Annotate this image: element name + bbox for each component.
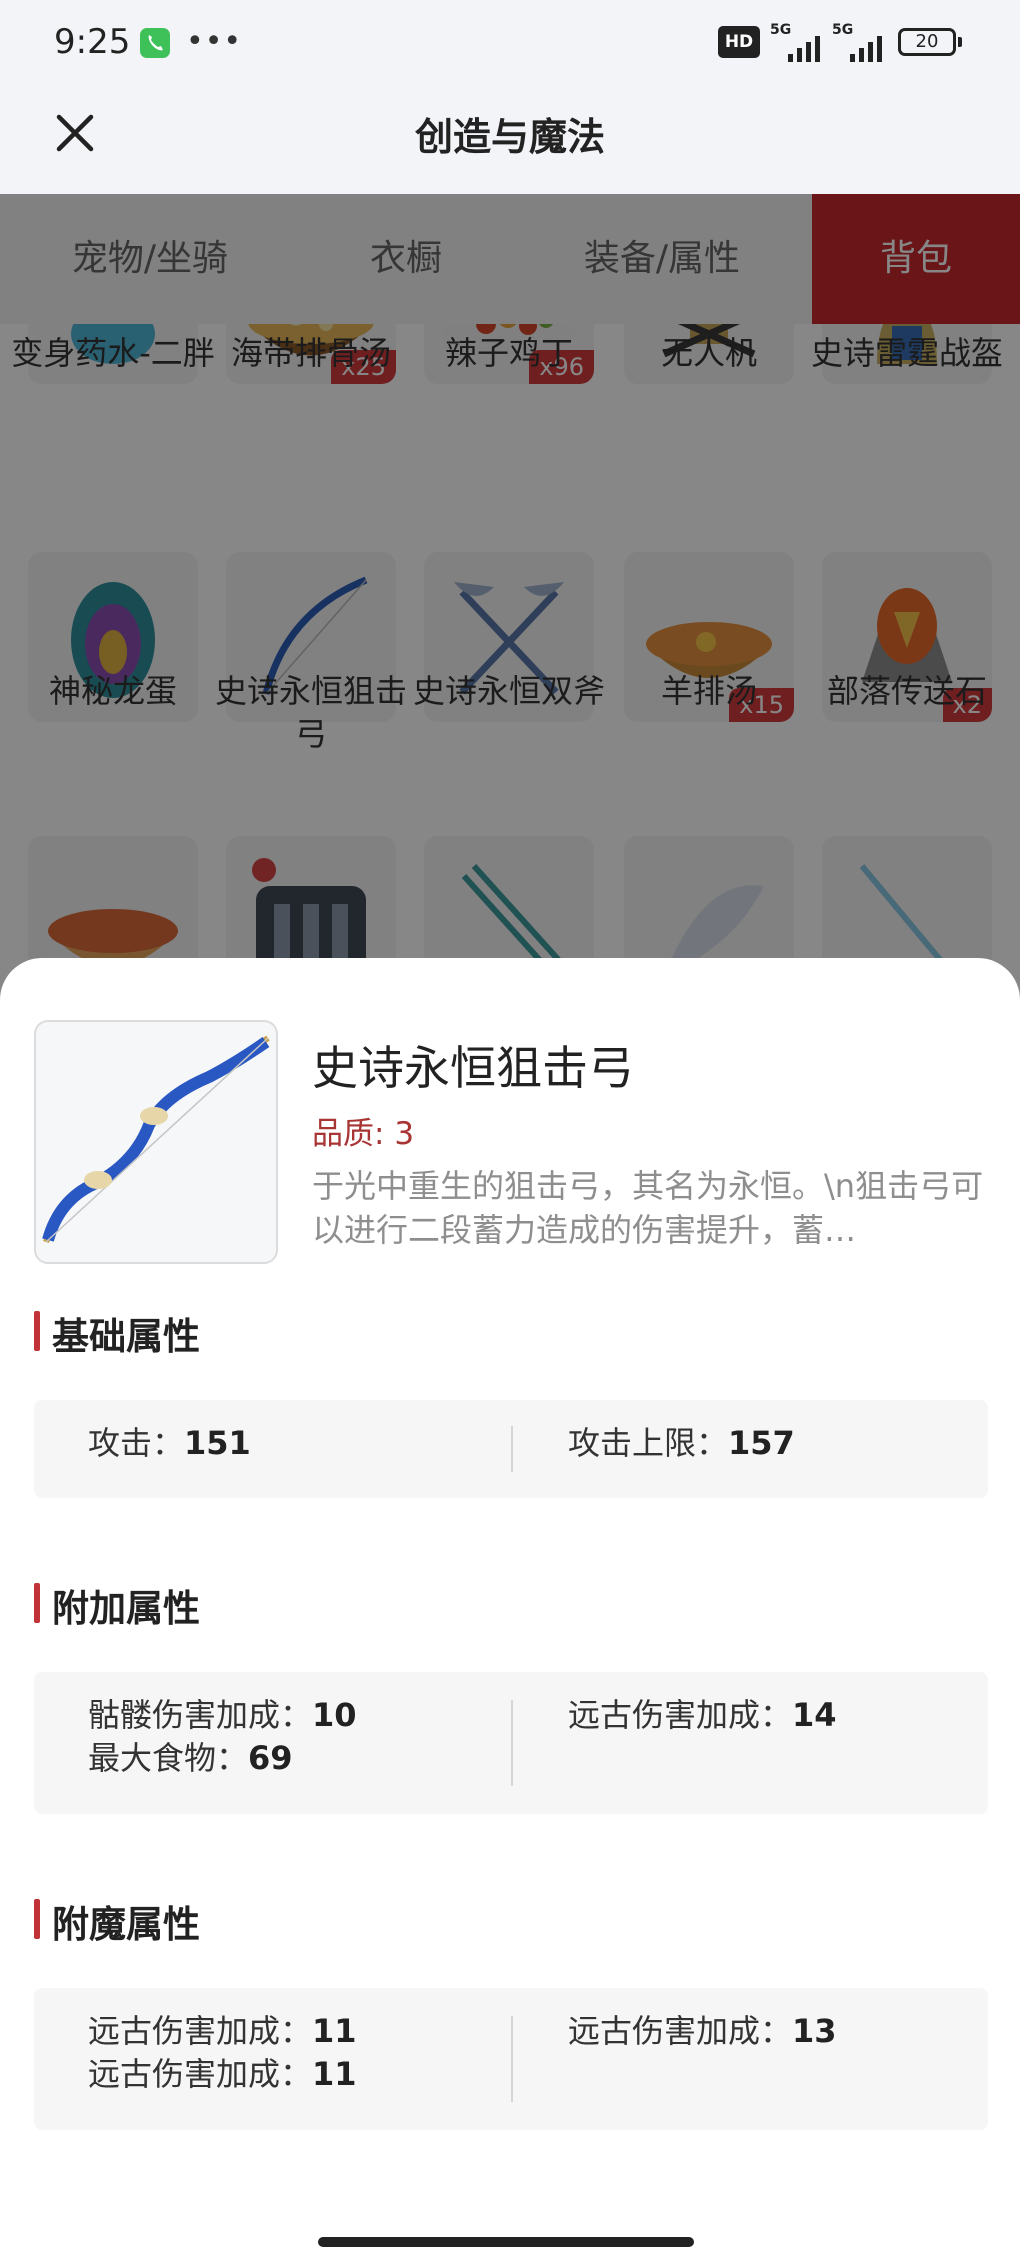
attributes-panel-basic: 攻击：151 攻击上限：157 — [34, 1400, 988, 1498]
more-notifications-icon: ••• — [186, 24, 243, 59]
attribute-label: 最大食物： — [88, 1739, 249, 1777]
attribute-value: 69 — [248, 1739, 293, 1777]
attributes-right-column: 远古伤害加成：13 — [568, 2010, 837, 2053]
attribute-row: 攻击：151 — [88, 1422, 251, 1465]
item-quality: 品质: 3 — [312, 1108, 414, 1153]
item-detail-image — [34, 1020, 278, 1264]
attribute-label: 攻击上限： — [568, 1424, 729, 1462]
status-bar: 9:25 ••• HD 5G 5G 20 — [0, 0, 1020, 86]
attribute-row: 远古伤害加成：13 — [568, 2010, 837, 2053]
attribute-row: 远古伤害加成：14 — [568, 1694, 837, 1737]
attribute-label: 远古伤害加成： — [568, 1696, 793, 1734]
column-divider — [511, 1426, 513, 1472]
quality-value: 3 — [394, 1116, 415, 1152]
attribute-label: 攻击： — [88, 1424, 185, 1462]
attribute-label: 远古伤害加成： — [88, 2012, 313, 2050]
battery-icon: 20 — [898, 28, 962, 56]
item-detail-name: 史诗永恒狙击弓 — [312, 1041, 634, 1095]
attribute-label: 远古伤害加成： — [88, 2055, 313, 2093]
attributes-panel-enchant: 远古伤害加成：11 远古伤害加成：11 远古伤害加成：13 — [34, 1988, 988, 2130]
phone-call-icon — [140, 28, 170, 58]
attribute-value: 13 — [792, 2012, 837, 2050]
attribute-row: 骷髅伤害加成：10 — [88, 1694, 357, 1737]
column-divider — [511, 1700, 513, 1786]
attributes-panel-extra: 骷髅伤害加成：10 最大食物：69 远古伤害加成：14 — [34, 1672, 988, 1814]
attribute-label: 骷髅伤害加成： — [88, 1696, 313, 1734]
home-indicator[interactable] — [318, 2237, 694, 2247]
attributes-left-column: 远古伤害加成：11 远古伤害加成：11 — [88, 2010, 357, 2096]
attribute-row: 远古伤害加成：11 — [88, 2010, 357, 2053]
nav-bar: 创造与魔法 — [0, 86, 1020, 194]
attribute-value: 14 — [792, 1696, 837, 1734]
attribute-value: 11 — [312, 2012, 357, 2050]
attribute-label: 远古伤害加成： — [568, 2012, 793, 2050]
section-title-extra: 附加属性 — [34, 1578, 200, 1632]
attributes-right-column: 远古伤害加成：14 — [568, 1694, 837, 1737]
dim-overlay[interactable] — [0, 194, 1020, 1024]
attributes-left-column: 骷髅伤害加成：10 最大食物：69 — [88, 1694, 357, 1780]
attributes-right-column: 攻击上限：157 — [568, 1422, 795, 1465]
attribute-value: 10 — [312, 1696, 357, 1734]
hd-voice-icon: HD — [718, 26, 760, 58]
attribute-value: 157 — [728, 1424, 795, 1462]
attribute-row: 最大食物：69 — [88, 1737, 357, 1780]
quality-label: 品质: — [312, 1116, 395, 1152]
column-divider — [511, 2016, 513, 2102]
item-description: 于光中重生的狙击弓，其名为永恒。\n狙击弓可以进行二段蓄力造成的伤害提升，蓄… — [312, 1167, 984, 1249]
item-detail-sheet: 史诗永恒狙击弓 品质: 3 于光中重生的狙击弓，其名为永恒。\n狙击弓可以进行二… — [0, 958, 1020, 2267]
page-title: 创造与魔法 — [414, 115, 605, 159]
section-title-enchant: 附魔属性 — [34, 1894, 200, 1948]
section-title-basic: 基础属性 — [34, 1306, 200, 1360]
attributes-left-column: 攻击：151 — [88, 1422, 251, 1465]
status-time: 9:25 — [54, 22, 131, 62]
attribute-value: 11 — [312, 2055, 357, 2093]
attribute-row: 攻击上限：157 — [568, 1422, 795, 1465]
attribute-row: 远古伤害加成：11 — [88, 2053, 357, 2096]
attribute-value: 151 — [184, 1424, 251, 1462]
